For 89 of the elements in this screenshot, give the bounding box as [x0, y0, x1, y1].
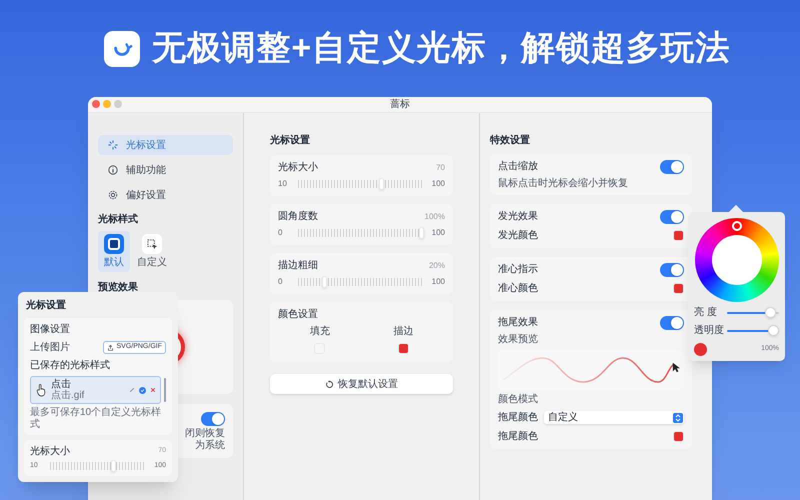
slider-label: 亮 度 — [694, 306, 718, 320]
file-name: 点击.gif — [51, 390, 86, 401]
close-button[interactable] — [92, 100, 100, 108]
setting-label: 发光效果 — [498, 210, 538, 224]
slider-label: 透明度 — [694, 324, 724, 338]
headline: 无极调整+自定义光标，解锁超多玩法 — [152, 28, 730, 69]
slider-thumb[interactable] — [322, 276, 328, 288]
slider-thumb[interactable] — [768, 325, 779, 336]
reset-icon — [325, 380, 334, 388]
slider-thumb[interactable] — [418, 227, 424, 239]
slider-max-label: 100 — [432, 276, 445, 288]
upload-icon — [107, 344, 114, 351]
setting-label: 拖尾颜色 — [498, 410, 538, 425]
color-swatch[interactable] — [398, 343, 409, 354]
slider-thumb[interactable] — [378, 178, 384, 190]
card-title: 图像设置 — [30, 322, 71, 337]
slider-label: 光标大小 — [278, 160, 318, 175]
section-heading: 预览效果 — [98, 280, 139, 295]
toggle-switch[interactable] — [201, 412, 225, 426]
toggle-switch[interactable] — [660, 316, 684, 330]
panel-title: 光标设置 — [24, 298, 67, 313]
slider-value: 20% — [428, 260, 445, 272]
color-label: 描边 — [393, 324, 414, 339]
minimize-button[interactable] — [103, 100, 111, 108]
close-icon — [150, 387, 156, 393]
cursor-select-icon — [142, 234, 162, 254]
section-heading: 光标设置 — [270, 134, 311, 148]
setting-label: 发光颜色 — [498, 228, 538, 243]
slider-track[interactable] — [727, 325, 779, 336]
rounded-square-icon — [104, 234, 124, 254]
slider-max-label: 100 — [432, 227, 445, 239]
cursor-style-option[interactable]: 默认 — [98, 231, 130, 272]
sparkle-icon — [108, 140, 118, 150]
info-icon — [108, 165, 118, 175]
color-label: 填充 — [310, 324, 330, 339]
color-swatch[interactable] — [673, 283, 684, 294]
toggle-switch[interactable] — [660, 262, 684, 276]
option-label: 默认 — [104, 256, 124, 270]
setting-caption: 颜色模式 — [498, 394, 539, 406]
setting-label: 拖尾颜色 — [498, 430, 538, 444]
app-logo-icon — [104, 30, 140, 66]
setting-label: 准心颜色 — [498, 282, 538, 296]
card-title: 已保存的光标样式 — [30, 358, 111, 373]
slider-label: 光标大小 — [30, 444, 70, 459]
slider-min-label: 0 — [278, 276, 284, 288]
settings-icon — [108, 190, 118, 200]
edit-icon — [129, 387, 135, 393]
slider-thumb[interactable] — [111, 460, 116, 472]
sidebar-item[interactable]: 偏好设置 — [98, 185, 233, 205]
sidebar-item[interactable]: 辅助功能 — [98, 160, 233, 180]
slider-label: 描边粗细 — [278, 258, 318, 273]
setting-label: 准心指示 — [498, 262, 538, 277]
stepper-icon — [673, 412, 683, 422]
cursor-style-option[interactable]: 自定义 — [136, 231, 168, 272]
setting-caption: 鼠标点击时光标会缩小并恢复 — [498, 178, 629, 190]
setting-label: 点击缩放 — [498, 160, 538, 174]
section-heading: 光标样式 — [98, 212, 139, 227]
option-label: 自定义 — [137, 256, 167, 270]
saved-cursor-item[interactable]: 点击 点击.gif — [30, 376, 161, 404]
setting-label: 拖尾效果 — [498, 316, 538, 330]
slider-min-label: 10 — [278, 178, 288, 190]
color-mode-select[interactable]: 自定义 — [544, 411, 684, 424]
card-description: 闭则恢复为系统 — [184, 428, 225, 452]
color-swatch[interactable] — [673, 431, 684, 442]
sidebar-item[interactable]: 光标设置 — [98, 135, 233, 155]
slider-thumb[interactable] — [765, 307, 776, 318]
slider-value: 100% — [424, 210, 445, 222]
slider-value: 70 — [436, 162, 445, 174]
setting-caption: 效果预览 — [498, 334, 539, 346]
window-title: 蔷标 — [390, 98, 410, 112]
reset-button[interactable]: 恢复默认设置 — [270, 374, 453, 394]
slider-min-label: 0 — [278, 227, 284, 239]
toggle-switch[interactable] — [660, 210, 684, 224]
hint-text: 最多可保存10个自定义光标样式 — [30, 407, 162, 431]
scrollbar-thumb[interactable] — [164, 378, 166, 402]
toggle-switch[interactable] — [660, 160, 684, 174]
card-title: 颜色设置 — [278, 308, 319, 322]
color-swatch[interactable] — [673, 230, 684, 241]
check-icon — [139, 386, 146, 394]
setting-label: 上传图片 — [30, 340, 70, 355]
slider-track[interactable] — [727, 307, 779, 318]
cursor-name: 点击 — [51, 379, 72, 390]
zoom-button[interactable] — [114, 100, 122, 108]
section-heading: 特效设置 — [490, 134, 531, 148]
slider-label: 圆角度数 — [278, 210, 318, 224]
slider-max-label: 100 — [432, 178, 445, 190]
wheel-handle[interactable] — [732, 221, 742, 231]
hand-pointer-icon — [35, 383, 47, 397]
pointer-icon — [672, 362, 680, 373]
